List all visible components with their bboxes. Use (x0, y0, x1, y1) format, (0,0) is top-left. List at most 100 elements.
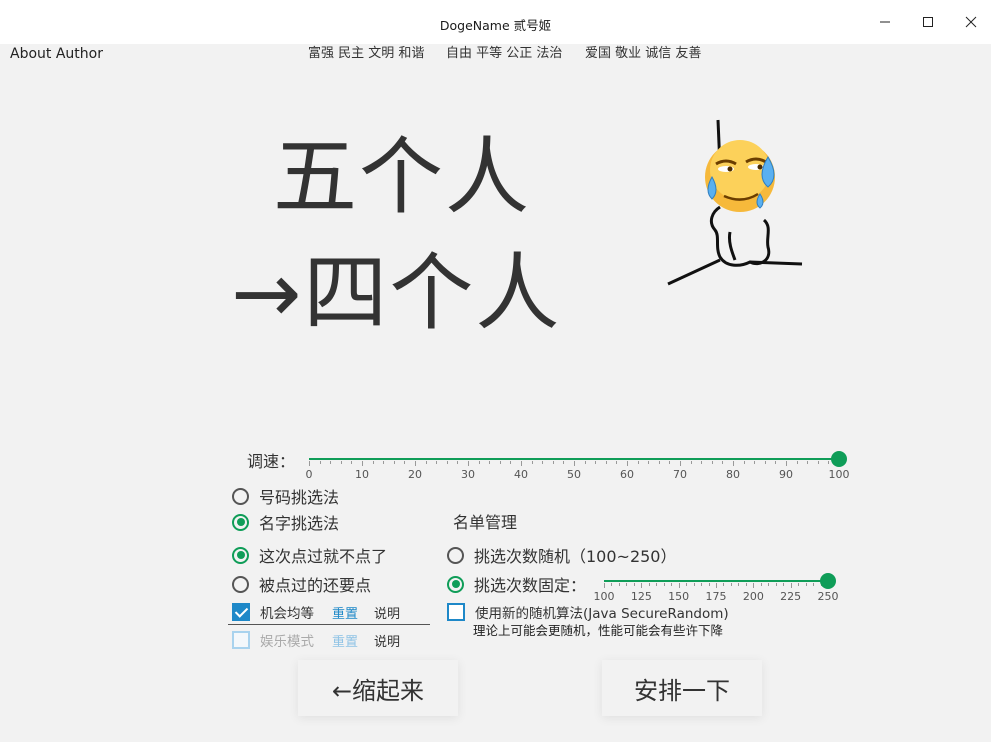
random-count-option[interactable]: 挑选次数随机（100~250） (447, 543, 677, 567)
fairness-label: 机会均等 (260, 606, 314, 622)
slider-tick (648, 583, 650, 586)
allow-repeat-label: 被点过的还要点 (259, 576, 372, 595)
slider-tick (468, 461, 469, 466)
collapse-button[interactable]: ←缩起来 (298, 660, 458, 716)
fixed-count-option[interactable]: 挑选次数固定： (447, 572, 586, 596)
slider-tick (701, 461, 703, 464)
speed-slider[interactable]: 0 10 20 30 40 50 60 70 80 90 100 (305, 451, 850, 486)
number-pick-option[interactable]: 号码挑选法 (232, 484, 339, 508)
slider-tick (446, 461, 448, 464)
slider-tick (813, 583, 815, 586)
random-count-radio[interactable] (447, 546, 464, 564)
slider-tick (723, 583, 725, 586)
slider-tick (309, 461, 310, 466)
name-pick-label: 名字挑选法 (259, 514, 340, 533)
slider-tick (626, 583, 628, 586)
slider-tick (372, 461, 374, 464)
slider-tick (805, 583, 807, 586)
divider (228, 624, 430, 625)
slider-tick (775, 583, 777, 586)
slider-tick (733, 461, 734, 466)
fairness-option[interactable]: 机会均等 重置 说明 (232, 602, 400, 622)
slider-tick (760, 583, 762, 586)
slider-tick (738, 583, 740, 586)
slider-tick-label: 250 (817, 590, 839, 603)
fixed-count-label: 挑选次数固定： (474, 576, 587, 595)
fairness-reset-link[interactable]: 重置 (332, 603, 358, 622)
no-repeat-radio[interactable] (232, 546, 249, 564)
secure-random-option[interactable]: 使用新的随机算法(Java SecureRandom) (447, 602, 729, 622)
slider-tick-label: 70 (673, 468, 687, 481)
fairness-checkbox[interactable] (232, 603, 250, 621)
fun-mode-checkbox[interactable] (232, 631, 250, 649)
slider-tick (425, 461, 427, 464)
crying-emoji-stick-figure-icon (660, 112, 810, 292)
slider-tick (499, 461, 501, 464)
slider-tick (340, 461, 342, 464)
secure-random-checkbox[interactable] (447, 603, 465, 621)
number-pick-radio[interactable] (232, 487, 249, 505)
slider-tick (616, 461, 618, 464)
allow-repeat-radio[interactable] (232, 575, 249, 593)
slider-tick-label: 90 (779, 468, 793, 481)
about-author-menu[interactable]: About Author (10, 46, 103, 62)
slider-tick (754, 461, 756, 464)
slider-tick (489, 461, 491, 464)
slider-tick-label: 0 (305, 468, 313, 481)
fun-mode-option[interactable]: 娱乐模式 重置 说明 (232, 630, 400, 650)
slider-tick (663, 583, 665, 586)
slider-tick (656, 583, 658, 586)
slider-tick (637, 461, 639, 464)
number-pick-label: 号码挑选法 (259, 488, 340, 507)
secure-random-label: 使用新的随机算法(Java SecureRandom) (475, 606, 729, 622)
slider-thumb[interactable] (820, 573, 836, 589)
display-line-2: →四个人 (231, 244, 562, 342)
close-icon[interactable] (954, 8, 988, 36)
allow-repeat-option[interactable]: 被点过的还要点 (232, 572, 371, 596)
slider-tick (764, 461, 766, 464)
slider-tick (753, 583, 755, 588)
slider-tick (633, 583, 635, 586)
slider-tick (798, 583, 800, 586)
title-bar: DogeName 贰号姬 (0, 0, 991, 44)
slider-tick (552, 461, 554, 464)
fairness-explain-link[interactable]: 说明 (374, 603, 400, 622)
slider-tick-label: 80 (726, 468, 740, 481)
slider-tick (393, 461, 395, 464)
slider-tick (817, 461, 819, 464)
list-management-title[interactable]: 名单管理 (453, 509, 517, 533)
slider-tick (743, 461, 745, 464)
slider-tick (701, 583, 703, 586)
motto-group-3: 爱国 敬业 诚信 友善 (585, 46, 702, 61)
slider-tick (563, 461, 565, 464)
minimize-icon[interactable] (868, 8, 902, 36)
name-pick-radio[interactable] (232, 513, 249, 531)
slider-tick (730, 583, 732, 586)
window-title: DogeName 贰号姬 (439, 18, 552, 33)
slider-tick (790, 583, 792, 588)
arrange-button[interactable]: 安排一下 (602, 660, 762, 716)
slider-tick-label: 100 (828, 468, 850, 481)
speed-label: 调速： (247, 452, 296, 471)
slider-tick (351, 461, 353, 464)
slider-track[interactable] (309, 458, 839, 460)
fun-mode-label: 娱乐模式 (260, 634, 314, 650)
slider-thumb[interactable] (831, 451, 847, 467)
fixed-count-radio[interactable] (447, 575, 464, 593)
fun-mode-explain-link[interactable]: 说明 (374, 631, 400, 650)
fun-mode-reset-link[interactable]: 重置 (332, 631, 358, 650)
maximize-icon[interactable] (911, 8, 945, 36)
name-pick-option[interactable]: 名字挑选法 (232, 510, 339, 534)
slider-tick (775, 461, 777, 464)
slider-tick (595, 461, 597, 464)
slider-tick (768, 583, 770, 586)
no-repeat-option[interactable]: 这次点过就不点了 (232, 543, 387, 567)
slider-track[interactable] (604, 580, 828, 582)
slider-tick (680, 461, 681, 466)
slider-tick (678, 583, 680, 588)
slider-tick (457, 461, 459, 464)
slider-tick (658, 461, 660, 464)
slider-tick-label: 50 (567, 468, 581, 481)
slider-tick (722, 461, 724, 464)
slider-tick (648, 461, 650, 464)
